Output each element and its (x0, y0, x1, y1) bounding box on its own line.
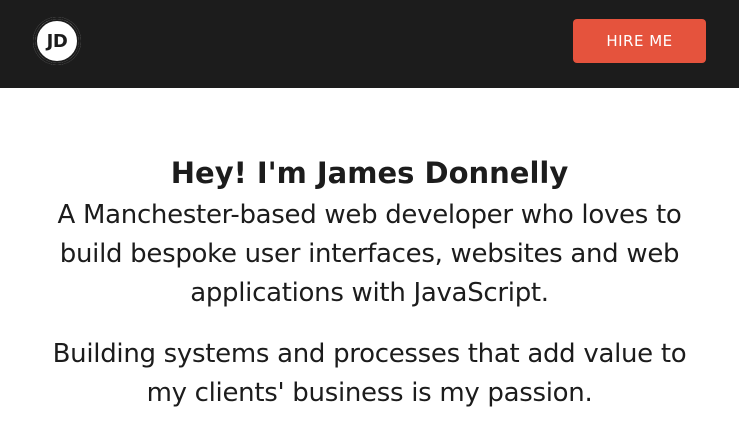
hero-intro: A Manchester-based web developer who lov… (57, 200, 682, 308)
logo-initials: JD (46, 30, 68, 52)
hero-section: Hey! I'm James Donnelly A Manchester-bas… (0, 150, 739, 413)
hire-me-button[interactable]: HIRE ME (573, 19, 706, 63)
hero-title: Hey! I'm James Donnelly (170, 156, 569, 190)
site-logo[interactable]: JD (33, 17, 81, 65)
site-header: JD HIRE ME (0, 0, 739, 88)
hero-passion: Building systems and processes that add … (52, 339, 687, 408)
